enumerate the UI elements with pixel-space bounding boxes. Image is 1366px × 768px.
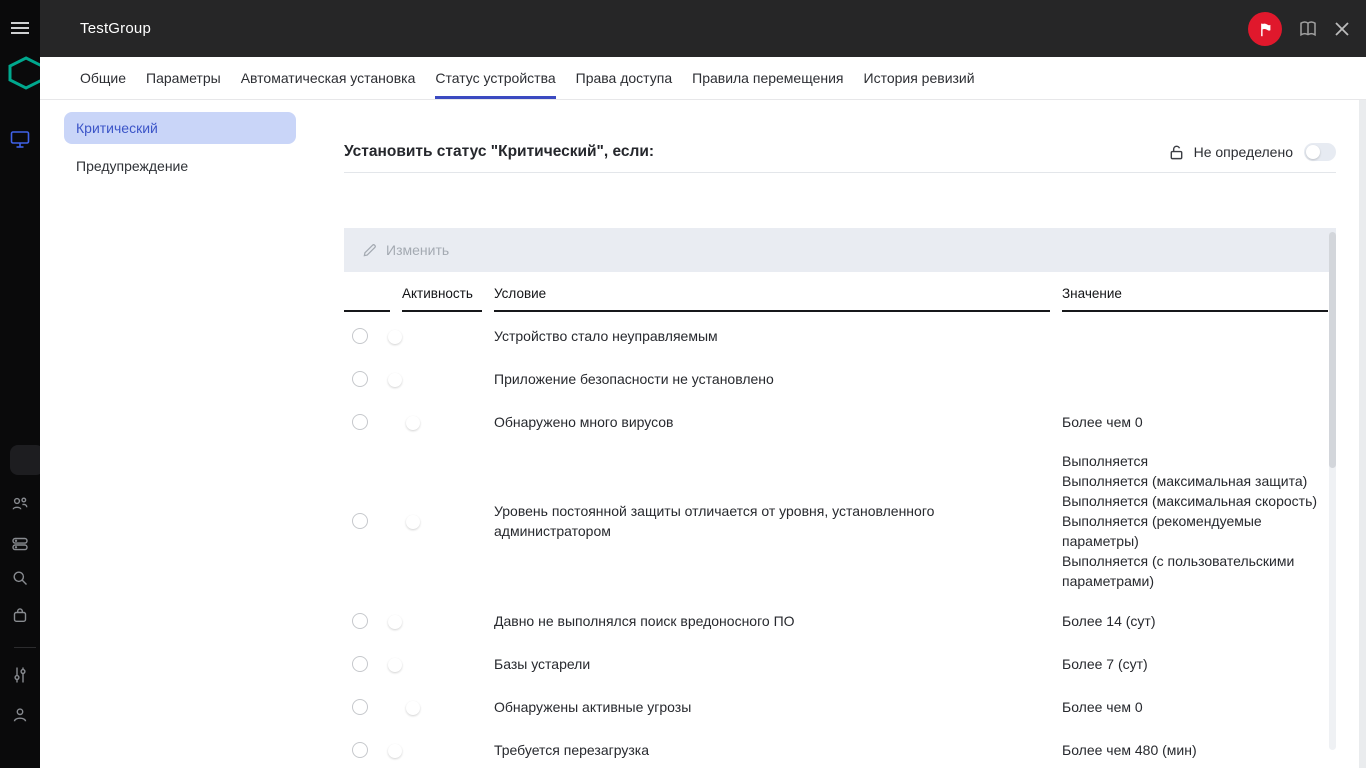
table-row[interactable]: Обнаружены активные угрозы Более чем 0 — [344, 685, 1328, 728]
rail-active-item-highlight[interactable] — [10, 445, 40, 475]
toggle-knob — [388, 658, 402, 672]
tab-content: Критический Предупреждение Установить ста… — [40, 100, 1366, 768]
condition-text: Обнаружено много вирусов — [494, 412, 1050, 432]
console-settings-icon[interactable] — [0, 666, 40, 684]
condition-text: Давно не выполнялся поиск вредоносного П… — [494, 611, 1050, 631]
table-row[interactable]: Приложение безопасности не установлено — [344, 357, 1328, 400]
conditions-table: Активность Условие Значение Устройство с… — [344, 278, 1328, 768]
row-radio[interactable] — [352, 513, 368, 529]
value-line: Более 7 (сут) — [1062, 654, 1328, 674]
search-icon[interactable] — [0, 569, 40, 587]
tab-bar: Общие Параметры Автоматическая установка Ст… — [40, 57, 1366, 100]
value-cell: Более чем 0 — [1062, 412, 1328, 432]
subnav-item-critical[interactable]: Критический — [64, 112, 296, 144]
table-row[interactable]: Давно не выполнялся поиск вредоносного П… — [344, 599, 1328, 642]
condition-text: Приложение безопасности не установлено — [494, 369, 1050, 389]
servers-icon[interactable] — [0, 535, 40, 553]
table-row[interactable]: Уровень постоянной защиты отличается от … — [344, 443, 1328, 599]
toggle-knob — [388, 373, 402, 387]
table-toolbar: Изменить — [344, 228, 1336, 272]
row-radio[interactable] — [352, 742, 368, 758]
row-radio[interactable] — [352, 371, 368, 387]
app-rail — [0, 0, 40, 768]
value-line: Более чем 480 (мин) — [1062, 740, 1328, 760]
toggle-knob — [388, 330, 402, 344]
condition-text: Требуется перезагрузка — [494, 740, 1050, 760]
row-radio[interactable] — [352, 414, 368, 430]
edit-button[interactable]: Изменить — [362, 242, 449, 258]
tab-3[interactable]: Автоматическая установка — [241, 57, 416, 99]
window-titlebar: TestGroup — [40, 0, 1366, 57]
table-rows: Устройство стало неуправляемым Приложени… — [344, 314, 1328, 768]
table-header: Активность Условие Значение — [344, 278, 1328, 312]
flag-icon — [1256, 20, 1274, 38]
tab-1[interactable]: Общие — [80, 57, 126, 99]
unlock-icon — [1168, 144, 1185, 161]
close-icon[interactable] — [1334, 21, 1350, 37]
lock-state-label: Не определено — [1194, 144, 1293, 160]
row-radio[interactable] — [352, 328, 368, 344]
tab-5[interactable]: Права доступа — [576, 57, 672, 99]
row-radio[interactable] — [352, 699, 368, 715]
kaspersky-logo — [8, 56, 40, 90]
lock-toggle[interactable] — [1304, 143, 1336, 161]
tab-4[interactable]: Статус устройства — [435, 57, 555, 99]
condition-text: Устройство стало неуправляемым — [494, 326, 1050, 346]
value-cell: Более чем 480 (мин) — [1062, 740, 1328, 760]
tab-6[interactable]: Правила перемещения — [692, 57, 843, 99]
value-line: Выполняется (максимальная скорость) — [1062, 491, 1328, 511]
notifications-flag-badge[interactable] — [1248, 12, 1282, 46]
toggle-knob — [1306, 145, 1320, 159]
value-cell: ВыполняетсяВыполняется (максимальная защ… — [1062, 451, 1328, 591]
value-cell: Более чем 0 — [1062, 697, 1328, 717]
row-radio[interactable] — [352, 656, 368, 672]
window-title: TestGroup — [80, 20, 151, 37]
value-line: Выполняется (рекомендуемые параметры) — [1062, 511, 1328, 551]
condition-text: Обнаружены активные угрозы — [494, 697, 1050, 717]
subnav-item-warning[interactable]: Предупреждение — [64, 150, 296, 182]
column-header-value: Значение — [1062, 278, 1328, 312]
tab-7[interactable]: История ревизий — [864, 57, 975, 99]
condition-text: Базы устарели — [494, 654, 1050, 674]
section-heading: Установить статус "Критический", если: — [344, 143, 654, 161]
toggle-knob — [406, 515, 420, 529]
help-book-icon[interactable] — [1298, 20, 1318, 38]
heading-divider — [344, 172, 1336, 173]
table-row[interactable]: Устройство стало неуправляемым — [344, 314, 1328, 357]
status-subnav: Критический Предупреждение — [64, 112, 296, 188]
tab-2[interactable]: Параметры — [146, 57, 221, 99]
table-row[interactable]: Базы устарели Более 7 (сут) — [344, 642, 1328, 685]
value-line: Более чем 0 — [1062, 412, 1328, 432]
column-header-select — [344, 278, 390, 312]
value-line: Более 14 (сут) — [1062, 611, 1328, 631]
toggle-knob — [406, 701, 420, 715]
row-radio[interactable] — [352, 613, 368, 629]
devices-monitor-icon[interactable] — [0, 130, 40, 149]
condition-text: Уровень постоянной защиты отличается от … — [494, 501, 1050, 541]
hamburger-menu-icon[interactable] — [0, 20, 40, 36]
value-line: Более чем 0 — [1062, 697, 1328, 717]
column-header-activity: Активность — [402, 278, 482, 312]
status-settings-panel: Установить статус "Критический", если: Н… — [344, 100, 1336, 768]
table-row[interactable]: Обнаружено много вирусов Более чем 0 — [344, 400, 1328, 443]
value-line: Выполняется (максимальная защита) — [1062, 471, 1328, 491]
value-cell: Более 7 (сут) — [1062, 654, 1328, 674]
account-icon[interactable] — [0, 706, 40, 724]
value-cell: Более 14 (сут) — [1062, 611, 1328, 631]
toggle-knob — [388, 744, 402, 758]
window-scrollbar[interactable] — [1359, 100, 1366, 768]
value-line: Выполняется (с пользовательскими парамет… — [1062, 551, 1328, 591]
table-row[interactable]: Требуется перезагрузка Более чем 480 (ми… — [344, 728, 1328, 768]
panel-scrollbar-thumb[interactable] — [1329, 232, 1336, 468]
users-icon[interactable] — [0, 495, 40, 513]
column-header-condition: Условие — [494, 278, 1050, 312]
marketplace-bag-icon[interactable] — [0, 606, 40, 624]
edit-button-label: Изменить — [386, 242, 449, 258]
toggle-knob — [388, 615, 402, 629]
value-line: Выполняется — [1062, 451, 1328, 471]
toggle-knob — [406, 416, 420, 430]
pencil-icon — [362, 243, 377, 258]
rail-divider — [14, 647, 36, 648]
